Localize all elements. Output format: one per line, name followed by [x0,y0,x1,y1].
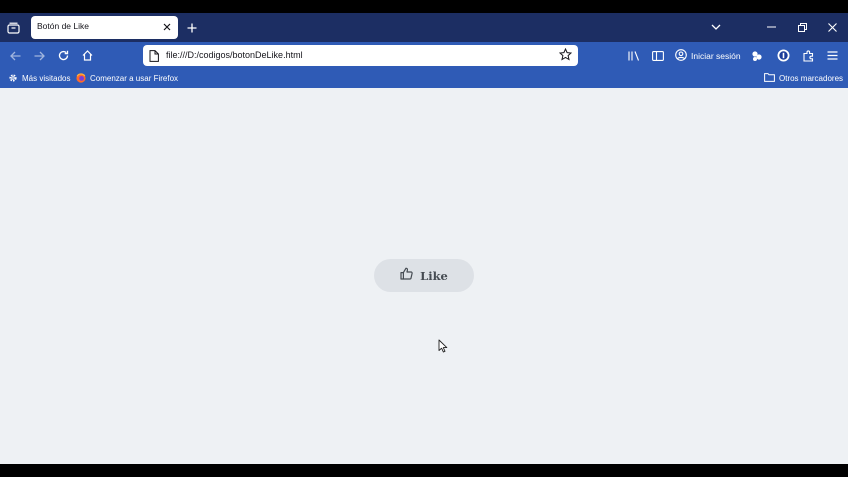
bookmarks-toolbar: Más visitados Comenzar a usar Firefox Ot… [0,69,848,88]
browser-window: Botón de Like file:///D:/codigos/botonDe… [0,0,848,477]
bookmark-most-visited[interactable]: Más visitados [8,72,70,85]
tab-title: Botón de Like [37,21,89,31]
library-icon[interactable] [626,48,641,63]
chevron-down-icon[interactable] [709,20,723,34]
list-all-tabs-icon[interactable] [5,20,21,36]
like-label: Like [420,268,448,283]
firefox-icon [76,72,86,85]
close-window-icon[interactable] [825,20,839,34]
like-button[interactable]: Like [374,259,474,292]
bookmark-star-icon[interactable] [558,47,573,62]
url-bar[interactable]: file:///D:/codigos/botonDeLike.html [143,45,578,66]
back-icon[interactable] [8,48,23,63]
page-content: Like [0,88,848,464]
other-bookmarks-label: Otros marcadores [779,74,844,83]
sign-in-button[interactable]: Iniciar sesión [675,48,741,63]
forward-icon[interactable] [32,48,47,63]
window-top-edge [0,0,848,13]
new-tab-icon[interactable] [185,21,199,35]
other-bookmarks[interactable]: Otros marcadores [764,72,843,85]
thumbs-up-icon [400,267,413,285]
page-icon [149,49,161,62]
extensions-puzzle-icon[interactable] [801,48,816,63]
window-bottom-edge [0,464,848,477]
reload-icon[interactable] [56,48,71,63]
tab-active[interactable]: Botón de Like [31,16,178,39]
gear-icon [8,73,18,85]
url-text: file:///D:/codigos/botonDeLike.html [166,50,303,60]
account-icon [675,48,687,63]
tab-bar: Botón de Like [0,13,848,42]
password-manager-icon[interactable] [776,48,791,63]
mouse-cursor-icon [438,339,448,353]
menu-icon[interactable] [825,48,840,63]
bookmark-label: Comenzar a usar Firefox [90,74,179,83]
extension-dots-icon[interactable] [749,48,764,63]
home-icon[interactable] [80,48,95,63]
sign-in-label: Iniciar sesión [691,50,741,61]
folder-icon [764,73,775,84]
restore-icon[interactable] [795,20,809,34]
close-tab-icon[interactable] [160,20,174,34]
bookmark-getting-started[interactable]: Comenzar a usar Firefox [76,72,178,85]
bookmark-label: Más visitados [22,74,71,83]
navigation-toolbar: file:///D:/codigos/botonDeLike.html Inic… [0,42,848,69]
sidebar-icon[interactable] [650,48,665,63]
minimize-icon[interactable] [764,20,778,34]
